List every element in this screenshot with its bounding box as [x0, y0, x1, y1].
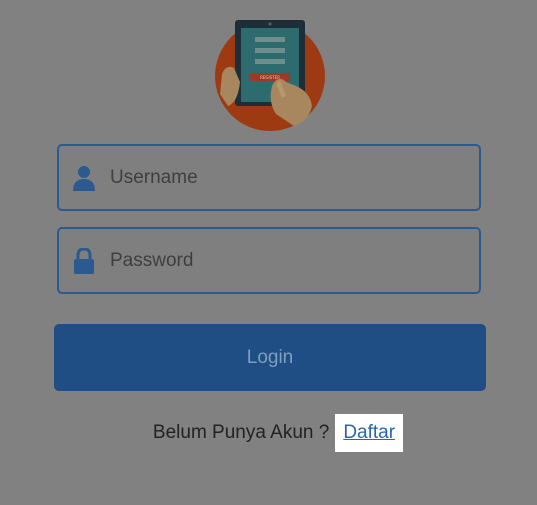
- logo-register-text: REGISTER: [260, 75, 280, 80]
- username-field: [57, 144, 481, 211]
- username-input[interactable]: [110, 166, 450, 189]
- password-input[interactable]: [110, 249, 450, 272]
- login-button[interactable]: Login: [54, 324, 486, 391]
- user-icon: [73, 165, 95, 191]
- signup-prompt: Belum Punya Akun ?: [152, 422, 330, 443]
- signup-link[interactable]: Daftar: [335, 414, 404, 452]
- password-field: [57, 227, 481, 294]
- lock-icon: [73, 247, 95, 274]
- app-logo: REGISTER: [214, 14, 326, 132]
- signup-row: Belum Punya Akun ? Daftar: [0, 414, 537, 452]
